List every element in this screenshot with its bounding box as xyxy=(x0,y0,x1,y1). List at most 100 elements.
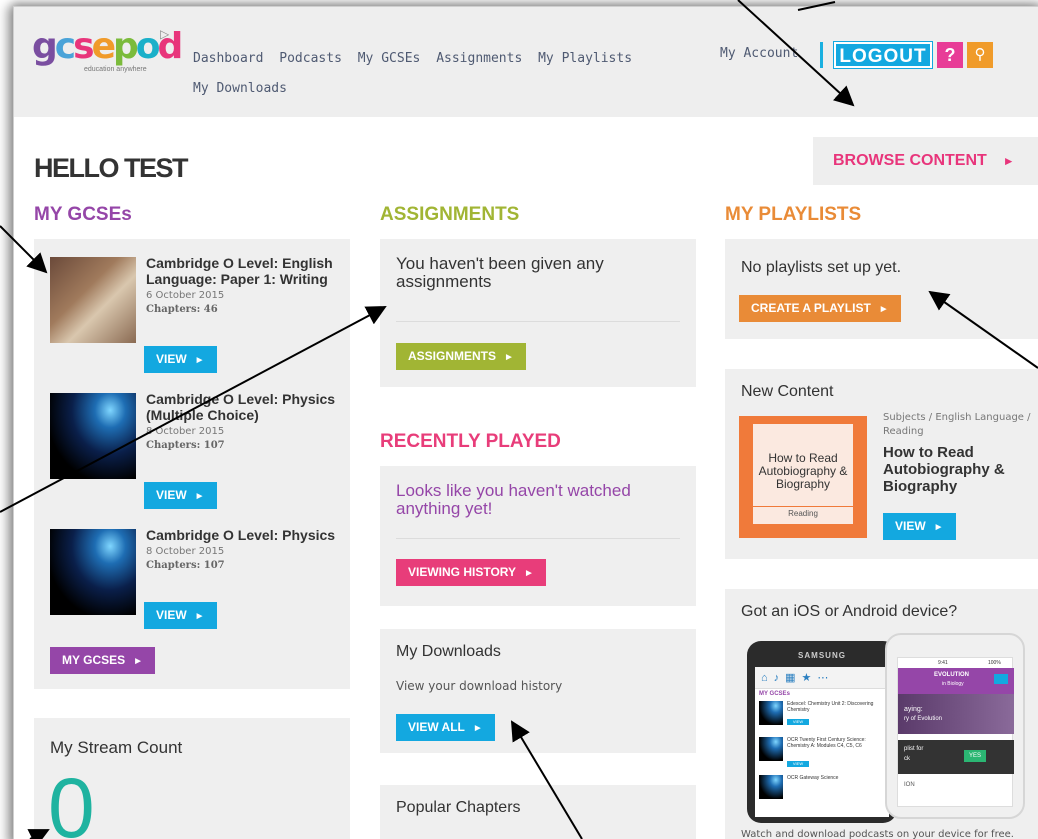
my-playlists-card: No playlists set up yet. CREATE A PLAYLI… xyxy=(725,239,1038,339)
nav-my-gcses[interactable]: My GCSEs xyxy=(358,51,421,66)
playlists-message: No playlists set up yet. xyxy=(741,259,902,276)
view-button[interactable]: VIEW ► xyxy=(144,482,217,509)
new-content-item-title[interactable]: How to Read Autobiography & Biography xyxy=(883,444,1023,495)
iphone-dialog: plist for ck YES xyxy=(898,740,1014,774)
iphone-battery: 100% xyxy=(988,660,1001,666)
header-divider xyxy=(820,42,823,68)
stream-count-value: 0 xyxy=(48,761,95,839)
iphone-screen: 9:41 100% EVOLUTION in Biology aying: ry… xyxy=(897,657,1014,807)
book-cover[interactable]: How to Read Autobiography & Biography Re… xyxy=(739,416,867,538)
app-promo-title: Got an iOS or Android device? xyxy=(741,603,958,620)
gcse-title[interactable]: Cambridge O Level: Physics 8 October 201… xyxy=(146,527,336,573)
nav-dashboard[interactable]: Dashboard xyxy=(193,51,263,66)
iphone-image: 9:41 100% EVOLUTION in Biology aying: ry… xyxy=(885,633,1025,819)
my-downloads-subtext: View your download history xyxy=(396,679,563,693)
iphone-text: ry of Evolution xyxy=(904,716,943,722)
my-account-link[interactable]: My Account xyxy=(720,46,798,61)
gcse-title[interactable]: Cambridge O Level: Physics (Multiple Cho… xyxy=(146,391,336,453)
view-button[interactable]: VIEW ► xyxy=(883,513,956,540)
arrow-right-icon: ► xyxy=(194,355,205,366)
phone-item: Edexcel: Chemistry Unit 2: Discovering C… xyxy=(787,701,874,713)
assignments-heading: ASSIGNMENTS xyxy=(380,204,520,225)
gcse-thumbnail[interactable] xyxy=(50,257,136,343)
view-all-button[interactable]: VIEW ALL ► xyxy=(396,714,495,741)
iphone-text: aying: xyxy=(904,706,923,713)
arrow-right-icon: ► xyxy=(524,568,534,579)
gcse-date: 6 October 2015 xyxy=(146,290,225,301)
gcse-item: Cambridge O Level: Physics 8 October 201… xyxy=(50,527,350,653)
my-gcses-button[interactable]: MY GCSES ► xyxy=(50,647,156,674)
phone-brand: SAMSUNG xyxy=(798,651,846,660)
logo-wordmark: gcsepod xyxy=(32,26,183,67)
phone-view-button: VIEW xyxy=(787,761,809,767)
view-button[interactable]: VIEW ► xyxy=(144,602,217,629)
phone-thumb xyxy=(759,701,783,725)
nav-podcasts[interactable]: Podcasts xyxy=(279,51,342,66)
logo-tagline: education anywhere xyxy=(84,66,147,73)
gcse-thumbnail[interactable] xyxy=(50,529,136,615)
iphone-hero: aying: ry of Evolution xyxy=(898,694,1014,734)
book-cover-title: How to Read Autobiography & Biography xyxy=(758,451,848,491)
play-icon: ▷ xyxy=(160,27,170,41)
popular-chapters-card: Popular Chapters xyxy=(380,785,696,839)
android-screen: ⌂♪▦★⋯ MY GCSEs Edexcel: Chemistry Unit 2… xyxy=(755,667,889,817)
gcse-date: 8 October 2015 xyxy=(146,426,225,437)
android-phone-image: SAMSUNG ⌂♪▦★⋯ MY GCSEs Edexcel: Chemistr… xyxy=(747,641,897,823)
app-promo-card: Got an iOS or Android device? SAMSUNG ⌂♪… xyxy=(725,589,1038,839)
page-frame: gcsepod ▷ education anywhere Dashboard P… xyxy=(13,6,1038,839)
iphone-time: 9:41 xyxy=(938,660,948,666)
nav-my-downloads[interactable]: My Downloads xyxy=(193,81,287,96)
arrow-right-icon: ► xyxy=(194,611,205,622)
phone-item: OCR Twenty First Century Science: Chemis… xyxy=(787,737,866,749)
phone-thumb xyxy=(759,775,783,799)
nav-assignments[interactable]: Assignments xyxy=(436,51,522,66)
new-content-title: New Content xyxy=(741,383,834,400)
my-downloads-card: My Downloads View your download history … xyxy=(380,629,696,753)
browse-content-button[interactable]: BROWSE CONTENT ► xyxy=(813,137,1038,185)
new-content-breadcrumb: Subjects / English Language / Reading xyxy=(883,412,1031,437)
iphone-subheading: in Biology xyxy=(942,681,964,687)
gcse-item: Cambridge O Level: English Language: Pap… xyxy=(50,255,350,381)
iphone-text: ION xyxy=(904,782,915,788)
iphone-text: plist for xyxy=(904,746,924,752)
create-playlist-button[interactable]: CREATE A PLAYLIST ► xyxy=(739,295,901,322)
gcsepod-logo[interactable]: gcsepod ▷ education anywhere xyxy=(32,26,183,77)
recently-played-message: Looks like you haven't watched anything … xyxy=(396,481,631,518)
gcse-title[interactable]: Cambridge O Level: English Language: Pap… xyxy=(146,255,336,317)
app-promo-caption: Watch and download podcasts on your devi… xyxy=(741,829,1014,839)
view-button[interactable]: VIEW ► xyxy=(144,346,217,373)
arrow-right-icon: ► xyxy=(1002,154,1015,168)
nav-my-playlists[interactable]: My Playlists xyxy=(538,51,632,66)
stream-count-title: My Stream Count xyxy=(50,738,183,757)
arrow-right-icon: ► xyxy=(933,522,944,533)
gcse-thumbnail[interactable] xyxy=(50,393,136,479)
arrow-right-icon: ► xyxy=(133,656,144,667)
arrow-right-icon: ► xyxy=(194,491,205,502)
main-nav: Dashboard Podcasts My GCSEs Assignments … xyxy=(193,44,693,104)
gcse-date: 8 October 2015 xyxy=(146,546,225,557)
help-button[interactable]: ? xyxy=(937,42,963,68)
my-gcses-card: Cambridge O Level: English Language: Pap… xyxy=(34,239,350,689)
viewing-history-button[interactable]: VIEWING HISTORY ► xyxy=(396,559,546,586)
search-button[interactable]: ⚲ xyxy=(967,42,993,68)
iphone-text: ck xyxy=(904,756,910,762)
arrow-right-icon: ► xyxy=(472,723,483,734)
search-icon: ⚲ xyxy=(974,46,986,63)
logout-button[interactable]: LOGOUT xyxy=(833,41,933,69)
phone-view-button: VIEW xyxy=(787,719,809,725)
arrow-right-icon: ► xyxy=(504,352,514,363)
gcse-chapters: Chapters: 107 xyxy=(146,440,225,451)
recently-played-heading: RECENTLY PLAYED xyxy=(380,431,561,452)
phone-section-title: MY GCSEs xyxy=(759,691,790,697)
my-playlists-heading: MY PLAYLISTS xyxy=(725,204,862,225)
assignments-button[interactable]: ASSIGNMENTS ► xyxy=(396,343,526,370)
gcse-chapters: Chapters: 46 xyxy=(146,304,218,315)
divider xyxy=(396,321,680,322)
site-header: gcsepod ▷ education anywhere Dashboard P… xyxy=(14,7,1038,117)
my-downloads-title: My Downloads xyxy=(396,643,501,660)
assignments-message: You haven't been given any assignments xyxy=(396,254,604,291)
book-cover-inner: How to Read Autobiography & Biography Re… xyxy=(753,424,853,524)
phone-item: OCR Gateway Science xyxy=(787,775,839,781)
browse-content-label: BROWSE CONTENT xyxy=(833,152,987,169)
page-greeting: HELLO TEST xyxy=(34,153,189,183)
